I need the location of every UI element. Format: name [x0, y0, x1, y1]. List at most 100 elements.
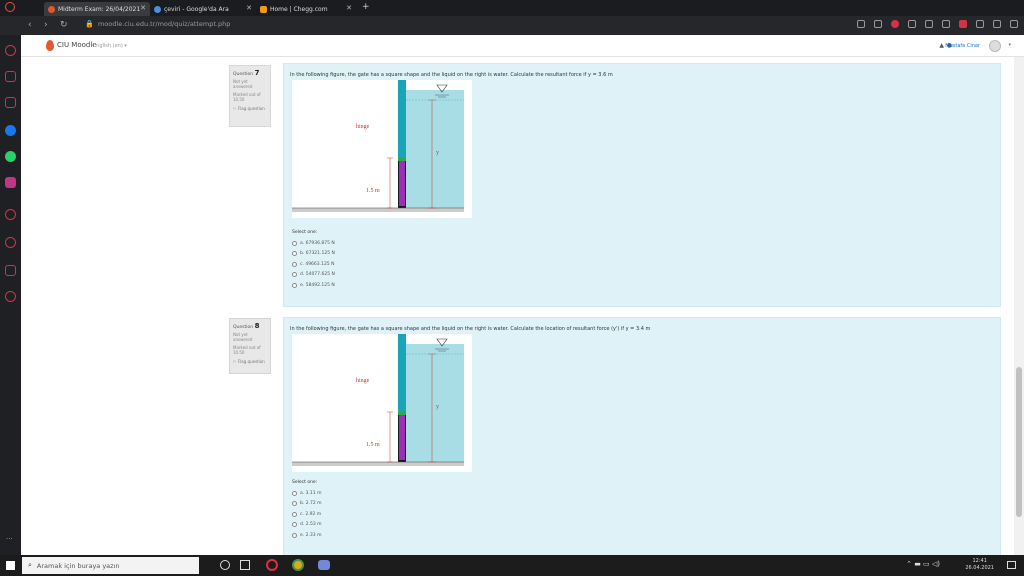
answer-option[interactable]: c. 49663.125 N — [292, 259, 335, 270]
dimension-label: 1.5 m — [366, 442, 380, 448]
url-field[interactable]: moodle.ciu.edu.tr/mod/quiz/attempt.php — [98, 20, 230, 28]
taskbar-search-input[interactable]: ⌕ Aramak için buraya yazın — [22, 557, 199, 574]
search-icon: ⌕ — [28, 561, 32, 569]
system-tray-icons[interactable]: ⌃ ▬ ▭ ◁) — [906, 560, 940, 568]
settings-icon[interactable] — [5, 291, 16, 302]
speed-dial-icon[interactable] — [5, 45, 16, 56]
extension-red-icon[interactable] — [959, 20, 967, 28]
clock-date: 26.04.2021 — [965, 565, 994, 571]
messenger-icon[interactable] — [5, 125, 16, 136]
back-icon[interactable]: ‹ — [28, 20, 32, 30]
tab-label: Home | Chegg.com — [270, 5, 328, 13]
heart-icon[interactable] — [925, 20, 933, 28]
windows-start-icon[interactable] — [6, 561, 15, 570]
discord-taskbar-icon[interactable] — [318, 560, 330, 570]
scrollbar-thumb[interactable] — [1016, 367, 1022, 517]
page-scrollbar[interactable] — [1014, 57, 1024, 555]
flag-question-link[interactable]: ⚐ Flag question — [233, 359, 267, 364]
radio-button[interactable] — [292, 511, 297, 517]
reload-icon[interactable]: ↻ — [60, 20, 68, 30]
notifications-icon[interactable] — [1007, 561, 1016, 569]
answer-option[interactable]: a. 67936.875 N — [292, 238, 335, 249]
answer-option[interactable]: b. 67321.125 N — [292, 249, 335, 260]
tab-midterm-exam[interactable]: Midterm Exam: 26/04/2021 ✕ — [44, 2, 150, 16]
radio-button[interactable] — [292, 522, 297, 528]
answer-option[interactable]: d. 2.53 m — [292, 520, 322, 531]
opera-icon[interactable] — [5, 2, 15, 12]
flag-question-link[interactable]: ⚐ Flag question — [233, 106, 267, 111]
gate — [399, 160, 405, 206]
question-box: In the following figure, the gate has a … — [283, 63, 1001, 307]
chrome-taskbar-icon[interactable] — [292, 559, 304, 571]
instagram-icon[interactable] — [5, 177, 16, 188]
tab-label: çeviri - Google'da Ara — [164, 5, 229, 13]
answer-option[interactable]: e. 58492.125 N — [292, 280, 335, 291]
lock-icon: 🔒 — [85, 20, 94, 28]
camera-icon[interactable] — [874, 20, 882, 28]
close-icon[interactable]: ✕ — [346, 4, 352, 12]
radio-button[interactable] — [292, 272, 297, 278]
taskbar-clock[interactable]: 12:41 26.04.2021 — [965, 558, 994, 572]
gate — [399, 414, 405, 460]
gate-diagram: hinge y 1.5 m — [292, 80, 472, 218]
notification-icon[interactable]: ▲ — [939, 42, 944, 49]
chevron-down-icon[interactable]: ▾ — [1008, 42, 1011, 48]
radio-button[interactable] — [292, 501, 297, 507]
user-name[interactable]: Mustafa Cinar — [945, 43, 980, 49]
language-menu[interactable]: English (en) ▾ — [93, 43, 127, 49]
tab-label: Midterm Exam: 26/04/2021 — [58, 5, 141, 13]
question-status: Not yet answered — [233, 79, 253, 90]
tab-chegg[interactable]: Home | Chegg.com ✕ — [256, 2, 356, 16]
forward-icon[interactable]: › — [44, 20, 48, 30]
question-number: Question 8 — [233, 322, 260, 330]
player-icon[interactable] — [5, 209, 16, 220]
cortana-icon[interactable] — [220, 560, 230, 570]
answer-option[interactable]: d. 54077.625 N — [292, 270, 335, 281]
cube-icon[interactable] — [976, 20, 984, 28]
y-label: y — [436, 150, 439, 156]
select-label: Select one: — [292, 480, 318, 485]
adblock-icon[interactable] — [891, 20, 899, 28]
browser-sidebar: ··· — [0, 35, 21, 555]
extension-icon[interactable] — [942, 20, 950, 28]
radio-button[interactable] — [292, 261, 297, 267]
tab-google-search[interactable]: çeviri - Google'da Ara ✕ — [150, 2, 256, 16]
radio-button[interactable] — [292, 490, 297, 496]
search-icon[interactable] — [857, 20, 865, 28]
radio-button[interactable] — [292, 240, 297, 246]
opera-taskbar-icon[interactable] — [266, 559, 278, 571]
google-favicon-icon — [154, 5, 161, 13]
twitch-icon[interactable] — [5, 97, 16, 108]
task-view-icon[interactable] — [240, 560, 250, 570]
close-icon[interactable]: ✕ — [140, 4, 146, 12]
answer-options: Select one: a. 3.11 m b. 2.72 m c. 2.92 … — [292, 480, 322, 541]
moodle-favicon-icon — [48, 5, 55, 13]
play-icon[interactable] — [908, 20, 916, 28]
answer-option[interactable]: e. 2.33 m — [292, 530, 322, 541]
avatar[interactable] — [989, 40, 1001, 52]
menu-icon[interactable] — [1010, 20, 1018, 28]
site-name[interactable]: CIU Moodle — [57, 41, 97, 49]
more-icon[interactable]: ··· — [6, 535, 13, 543]
radio-button[interactable] — [292, 282, 297, 288]
close-icon[interactable]: ✕ — [246, 4, 252, 12]
toolbar-icons — [857, 20, 1018, 28]
history-icon[interactable] — [5, 237, 16, 248]
answer-option[interactable]: c. 2.92 m — [292, 509, 322, 520]
moodle-header: CIU Moodle English (en) ▾ ▲ ● Mustafa Ci… — [21, 35, 1024, 57]
question-number: Question 7 — [233, 69, 260, 77]
answer-options: Select one: a. 67936.875 N b. 67321.125 … — [292, 230, 335, 291]
answer-option[interactable]: a. 3.11 m — [292, 488, 322, 499]
question-info: Question 7 Not yet answered Marked out o… — [229, 65, 271, 127]
bag-icon[interactable] — [5, 71, 16, 82]
moodle-logo-icon[interactable] — [46, 40, 54, 51]
cube-sidebar-icon[interactable] — [5, 265, 16, 276]
dimension-label: 1.5 m — [366, 188, 380, 194]
radio-button[interactable] — [292, 532, 297, 538]
new-tab-button[interactable]: + — [362, 2, 370, 12]
radio-button[interactable] — [292, 251, 297, 257]
answer-option[interactable]: b. 2.72 m — [292, 499, 322, 510]
select-label: Select one: — [292, 230, 318, 235]
whatsapp-icon[interactable] — [5, 151, 16, 162]
download-icon[interactable] — [993, 20, 1001, 28]
